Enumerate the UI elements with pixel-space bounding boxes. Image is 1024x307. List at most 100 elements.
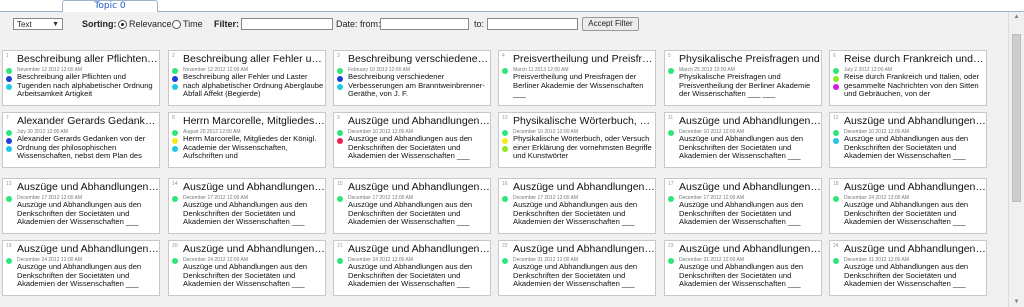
document-card[interactable]: 13Auszüge und Abhandlungen aus denDecemb… [2,178,160,234]
card-rank: 3 [337,53,340,59]
document-card[interactable]: 23Auszüge und Abhandlungen aus denDecemb… [664,240,822,296]
vertical-scrollbar[interactable]: ▲ ▼ [1008,12,1024,307]
document-card[interactable]: 11Auszüge und Abhandlungen aus denDecemb… [664,112,822,168]
filter-input[interactable] [241,18,333,30]
card-title[interactable]: Auszüge und Abhandlungen aus den [183,181,325,194]
topic-dot-icon [668,196,674,202]
chevron-down-icon: ▼ [52,21,59,28]
card-title[interactable]: Auszüge und Abhandlungen aus den [679,115,821,128]
card-rank: 14 [172,181,178,187]
card-snippet: Auszüge und Abhandlungen aus den Denksch… [17,201,142,226]
card-rank: 15 [337,181,343,187]
card-rank: 11 [668,115,674,121]
document-card[interactable]: 14Auszüge und Abhandlungen aus denDecemb… [168,178,326,234]
topic-dot-icon [833,68,839,74]
card-title[interactable]: Auszüge und Abhandlungen aus den [348,115,490,128]
time-radio[interactable] [172,20,181,29]
sorting-label: Sorting: [82,19,117,29]
document-card[interactable]: 6Reise durch Frankreich und ItalienJuly … [829,50,987,106]
document-card[interactable]: 20Auszüge und Abhandlungen aus denDecemb… [168,240,326,296]
card-rank: 5 [668,53,671,59]
topic-dot-icon [172,76,178,82]
relevance-radio[interactable] [118,20,127,29]
document-card[interactable]: 8 Herrn Marcorelle, Mitgliedes der August … [168,112,326,168]
card-snippet: Auszüge und Abhandlungen aus den Denksch… [513,263,638,288]
document-card[interactable]: 1 Beschreibung aller Pflichten und Novembe… [2,50,160,106]
card-title[interactable]: Beschreibung verschiedener Verbesserunge… [348,53,490,66]
topic-dot-icon [6,130,12,136]
card-title[interactable]: Auszüge und Abhandlungen aus den [679,181,821,194]
topic-markers [668,68,675,76]
card-snippet: Beschreibung aller Pflichten und Tugende… [17,73,153,98]
card-title[interactable]: Auszüge und Abhandlungen aus den [17,243,159,256]
topic-markers [6,130,13,154]
scroll-down-icon[interactable]: ▼ [1009,299,1024,305]
card-title[interactable]: Auszüge und Abhandlungen aus den [844,243,986,256]
document-card[interactable]: 3 Beschreibung verschiedener Verbesserung… [333,50,491,106]
card-rank: 20 [172,243,178,249]
document-card[interactable]: 7Alexander Gerards Gedanken vonJuly 30 2… [2,112,160,168]
time-label: Time [183,19,203,29]
card-title[interactable]: Alexander Gerards Gedanken von [17,115,159,128]
card-title[interactable]: Herrn Marcorelle, Mitgliedes der [183,115,325,128]
document-card[interactable]: 19Auszüge und Abhandlungen aus denDecemb… [2,240,160,296]
topic-markers [172,68,179,92]
document-card[interactable]: 21Auszüge und Abhandlungen aus denDecemb… [333,240,491,296]
document-card[interactable]: 15Auszüge und Abhandlungen aus denDecemb… [333,178,491,234]
document-card[interactable]: 9Auszüge und Abhandlungen aus denDecembe… [333,112,491,168]
document-card[interactable]: 16Auszüge und Abhandlungen aus denDecemb… [498,178,656,234]
topic-dot-icon [668,258,674,264]
card-rank: 8 [172,115,175,121]
card-title[interactable]: Auszüge und Abhandlungen aus den [17,181,159,194]
card-title[interactable]: Auszüge und Abhandlungen aus den [348,243,490,256]
card-title[interactable]: Auszüge und Abhandlungen aus den [844,181,986,194]
topic-markers [502,68,509,76]
topic-dot-icon [6,84,12,90]
card-rank: 9 [337,115,340,121]
card-title[interactable]: Beschreibung aller Pflichten und [17,53,159,66]
card-snippet: Auszüge und Abhandlungen aus den Denksch… [183,201,308,226]
topic-markers [502,130,509,154]
card-rank: 19 [6,243,12,249]
card-title[interactable]: Physikalische Preisfragen und [679,53,821,66]
card-rank: 12 [833,115,839,121]
topic-dot-icon [337,196,343,202]
card-snippet: Auszüge und Abhandlungen aus den Denksch… [348,135,473,160]
card-title[interactable]: Auszüge und Abhandlungen aus den [844,115,986,128]
topic-markers [172,196,179,204]
document-card[interactable]: 22Auszüge und Abhandlungen aus denDecemb… [498,240,656,296]
card-title[interactable]: Beschreibung aller Fehler und Laster [183,53,325,66]
card-title[interactable]: Preisvertheilung und Preisfragen [513,53,655,66]
document-card[interactable]: 4 Preisvertheilung und Preisfragen March 1… [498,50,656,106]
card-title[interactable]: Physikalische Wörterbuch, oder [513,115,655,128]
topic-markers [668,258,675,266]
document-card[interactable]: 5 Physikalische Preisfragen und March 25 2… [664,50,822,106]
topic-dot-icon [6,138,12,144]
date-from-input[interactable] [380,18,469,30]
card-title[interactable]: Auszüge und Abhandlungen aus den [183,243,325,256]
card-title[interactable]: Auszüge und Abhandlungen aus den [513,243,655,256]
document-card[interactable]: 18Auszüge und Abhandlungen aus denDecemb… [829,178,987,234]
document-card[interactable]: 12Auszüge und Abhandlungen aus denDecemb… [829,112,987,168]
field-select[interactable]: Text ▼ [13,18,63,30]
card-title[interactable]: Reise durch Frankreich und Italien [844,53,986,66]
card-title[interactable]: Auszüge und Abhandlungen aus den [348,181,490,194]
topic-dot-icon [337,130,343,136]
tab-bar: Topic 0 [0,0,1024,13]
accept-filter-button[interactable]: Accept Filter [582,17,639,31]
card-title[interactable]: Auszüge und Abhandlungen aus den [513,181,655,194]
card-title[interactable]: Auszüge und Abhandlungen aus den [679,243,821,256]
card-snippet: Herrn Marcorelle, Mitgliedes der Königl.… [183,135,317,160]
date-to-input[interactable] [487,18,578,30]
scroll-up-icon[interactable]: ▲ [1009,14,1024,20]
topic-dot-icon [502,258,508,264]
document-card[interactable]: 17Auszüge und Abhandlungen aus denDecemb… [664,178,822,234]
card-rank: 13 [6,181,12,187]
scrollbar-thumb[interactable] [1012,34,1021,202]
card-snippet: Auszüge und Abhandlungen aus den Denksch… [679,135,804,160]
document-card[interactable]: 10 Physikalische Wörterbuch, oder December… [498,112,656,168]
topic-dot-icon [172,258,178,264]
document-card[interactable]: 24Auszüge und Abhandlungen aus denDecemb… [829,240,987,296]
topic-dot-icon [337,138,343,144]
document-card[interactable]: 2Beschreibung aller Fehler und LasterNov… [168,50,326,106]
